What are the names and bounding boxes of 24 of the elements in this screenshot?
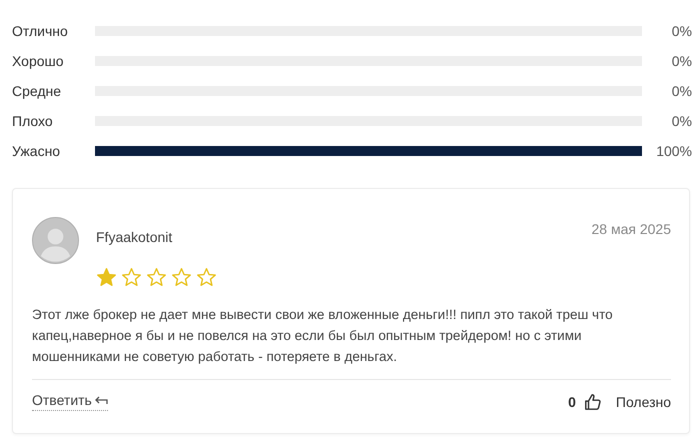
rating-percent: 0% [670,23,692,39]
helpful-button[interactable]: Полезно [616,394,671,410]
rating-label: Хорошо [12,53,65,69]
filled-star-icon [96,267,117,288]
empty-star-icon [146,267,167,288]
helpful-count: 0 [568,394,576,410]
rating-percent: 0% [670,53,692,69]
review-text: Этот лже брокер не дает мне вывести свои же вложенные деньги!!! пипл это такой треш что капец,наверное я бы и не повелся на это если бы был опытным трейдером! но с этими мошенниками не советую работать - потеряете в деньгах. [32,306,614,366]
review-date: 28 мая 2025 [592,220,671,237]
rating-label: Ужасно [12,143,62,159]
empty-star-icon [196,267,217,288]
author-name: Ffyaakotonit [96,229,174,245]
rating-percent: 0% [670,83,692,99]
rating-label: Средне [12,83,62,99]
avatar-icon [32,217,79,264]
thumbs-up-icon[interactable] [584,392,602,410]
reply-link[interactable]: Ответить [32,392,108,411]
reply-arrow-icon [94,394,108,406]
rating-label: Плохо [12,113,54,129]
empty-star-icon [121,267,142,288]
rating-label: Отлично [12,23,69,39]
rating-percent: 0% [670,113,692,129]
empty-star-icon [171,267,192,288]
rating-percent: 100% [655,143,692,159]
